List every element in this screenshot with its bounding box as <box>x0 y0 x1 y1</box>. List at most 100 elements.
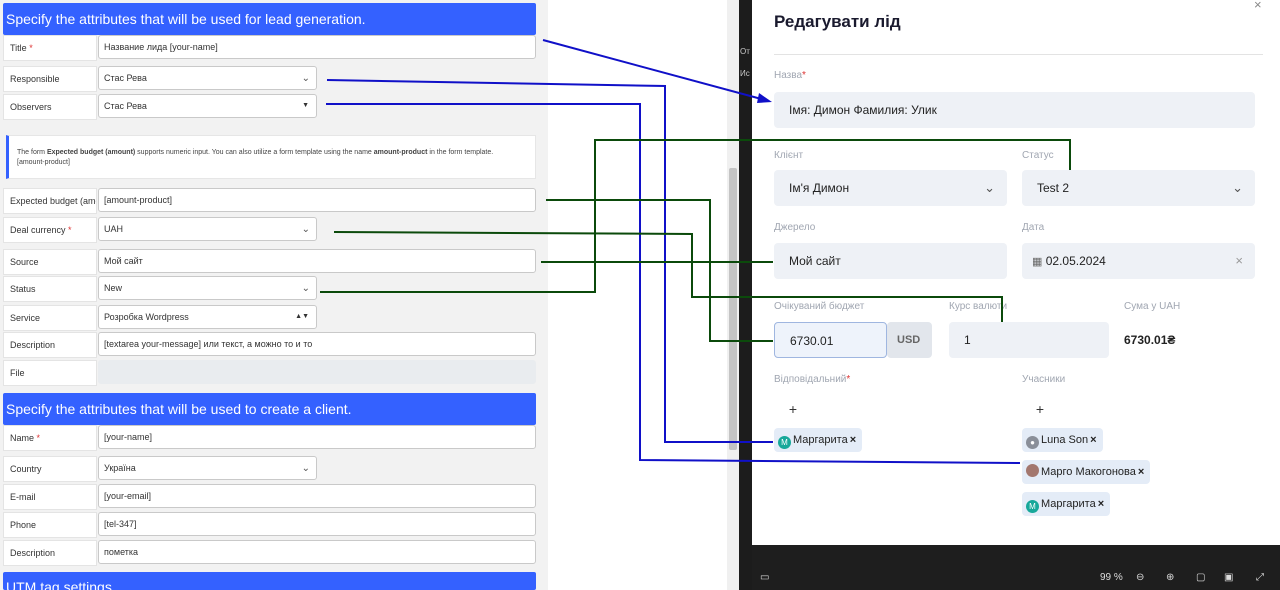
add-participant-button[interactable]: + <box>1027 397 1053 423</box>
avatar: M <box>1026 500 1039 513</box>
observers-select[interactable]: Стас Рева ▼ <box>98 94 317 118</box>
responsible-select[interactable]: Стас Рева ⌄ <box>98 66 317 90</box>
chevron-down-icon: ⌄ <box>301 224 310 235</box>
responsible-label: Відповідальний* <box>774 374 851 385</box>
service-select[interactable]: Розробка Wordpress ▲▼ <box>98 305 317 329</box>
phone-input[interactable]: [tel-347] <box>98 512 536 536</box>
service-label: Service <box>3 305 97 331</box>
country-select[interactable]: Україна ⌄ <box>98 456 317 480</box>
dropdown-triangle-icon: ▼ <box>302 102 309 109</box>
remove-icon[interactable]: × <box>850 434 856 446</box>
observers-row: Observers Стас Рева ▼ <box>3 94 536 120</box>
source-input[interactable]: Мой сайт <box>98 249 536 273</box>
responsible-chip: M Маргарита × <box>774 428 863 452</box>
utm-section-heading: UTM tag settings <box>3 572 536 590</box>
zoom-out-icon[interactable]: ⊖ <box>1136 572 1144 583</box>
description-row: Description [textarea your-message] или … <box>3 332 536 358</box>
client-section-heading: Specify the attributes that will be used… <box>3 393 536 425</box>
dropdown-triangle-icon: ▲▼ <box>295 313 309 320</box>
chevron-down-icon: ⌄ <box>301 463 310 474</box>
strip-text-2: Ис <box>740 69 750 78</box>
description-input[interactable]: [textarea your-message] или текст, а мож… <box>98 332 536 356</box>
deal-currency-row: Deal currency * UAH ⌄ <box>3 217 536 243</box>
responsible-row: Responsible Стас Рева ⌄ <box>3 66 536 92</box>
observers-label: Observers <box>3 94 97 120</box>
chevron-down-icon: ⌄ <box>1232 180 1243 195</box>
add-responsible-button[interactable]: + <box>780 397 806 423</box>
status-select[interactable]: New ⌄ <box>98 276 317 300</box>
source-row: Source Мой сайт <box>3 249 536 275</box>
date-label: Дата <box>1022 222 1045 233</box>
client-label: Клієнт <box>774 150 804 161</box>
modal-title: Редагувати лід <box>774 12 901 31</box>
name-label: Назва* <box>774 70 806 81</box>
sum-value: 6730.01₴ <box>1124 333 1176 347</box>
country-label: Country <box>3 456 97 482</box>
participant-chip: ● Luna Son × <box>1022 428 1103 452</box>
phone-label: Phone <box>3 512 97 538</box>
viewer-toolbar: ▭ 99 % ⊖ ⊕ ▢ ▣ ⤢ <box>752 545 1280 590</box>
chevron-down-icon: ⌄ <box>301 73 310 84</box>
expected-budget-row: Expected budget (amount) [amount-product… <box>3 188 536 214</box>
source-label: Джерело <box>774 222 816 233</box>
source-label: Source <box>3 249 97 275</box>
title-input[interactable]: Название лида [your-name] <box>98 35 536 59</box>
source-input[interactable]: Мой сайт <box>774 243 1007 279</box>
client-description-row: Description пометка <box>3 540 536 566</box>
deal-currency-select[interactable]: UAH ⌄ <box>98 217 317 241</box>
file-row: File <box>3 360 536 386</box>
dark-window-strip: От Ис <box>739 0 752 590</box>
email-input[interactable]: [your-email] <box>98 484 536 508</box>
client-select[interactable]: Ім'я Димон ⌄ <box>774 170 1007 206</box>
avatar: M <box>778 436 791 449</box>
close-icon[interactable]: × <box>1254 0 1262 12</box>
title-label: Title * <box>3 35 97 61</box>
chevron-down-icon: ⌄ <box>984 180 995 195</box>
expected-budget-label: Expected budget (amount) <box>3 188 97 214</box>
expected-budget-info-note: The form Expected budget (amount) suppor… <box>6 135 536 179</box>
title-row: Title * Название лида [your-name] <box>3 35 536 61</box>
participant-chip: M Маргарита × <box>1022 492 1111 516</box>
budget-input[interactable]: 6730.01 <box>774 322 887 358</box>
expected-budget-input[interactable]: [amount-product] <box>98 188 536 212</box>
participant-chip: Марго Макогонова × <box>1022 460 1151 484</box>
status-label: Статус <box>1022 150 1054 161</box>
remove-icon[interactable]: × <box>1098 498 1104 510</box>
status-label: Status <box>3 276 97 302</box>
lead-name-input[interactable]: Імя: Димон Фамилия: Улик <box>774 92 1255 128</box>
rate-label: Курс валюти <box>949 301 1008 312</box>
fullscreen-icon[interactable]: ⤢ <box>1256 572 1264 583</box>
description-label: Description <box>3 332 97 358</box>
user-icon: ● <box>1026 436 1039 449</box>
phone-row: Phone [tel-347] <box>3 512 536 538</box>
rate-input[interactable]: 1 <box>949 322 1109 358</box>
file-label: File <box>3 360 97 386</box>
strip-text-1: От <box>740 47 750 56</box>
client-name-input[interactable]: [your-name] <box>98 425 536 449</box>
participants-label: Учасники <box>1022 374 1066 385</box>
remove-icon[interactable]: × <box>1138 466 1144 478</box>
sum-label: Сума у UAH <box>1124 301 1181 312</box>
scrollbar-thumb[interactable] <box>729 168 737 450</box>
status-select[interactable]: Test 2 ⌄ <box>1022 170 1255 206</box>
country-row: Country Україна ⌄ <box>3 456 536 482</box>
lead-section-heading: Specify the attributes that will be used… <box>3 3 536 35</box>
fit-screen-icon[interactable]: ▢ <box>1196 572 1205 583</box>
lead-form-settings-panel: Specify the attributes that will be used… <box>0 0 548 590</box>
service-row: Service Розробка Wordpress ▲▼ <box>3 305 536 331</box>
deal-currency-label: Deal currency * <box>3 217 97 243</box>
actual-size-icon[interactable]: ▣ <box>1224 572 1233 583</box>
client-name-row: Name * [your-name] <box>3 425 536 451</box>
date-input[interactable]: ▦ 02.05.2024 × <box>1022 243 1255 279</box>
zoom-level: 99 % <box>1100 572 1123 583</box>
client-description-input[interactable]: пометка <box>98 540 536 564</box>
zoom-in-icon[interactable]: ⊕ <box>1166 572 1174 583</box>
responsible-label: Responsible <box>3 66 97 92</box>
chevron-down-icon: ⌄ <box>301 283 310 294</box>
remove-icon[interactable]: × <box>1090 434 1096 446</box>
clear-icon[interactable]: × <box>1235 243 1243 279</box>
client-description-label: Description <box>3 540 97 566</box>
avatar <box>1026 464 1039 477</box>
divider <box>774 54 1263 55</box>
monitor-icon[interactable]: ▭ <box>760 572 769 583</box>
